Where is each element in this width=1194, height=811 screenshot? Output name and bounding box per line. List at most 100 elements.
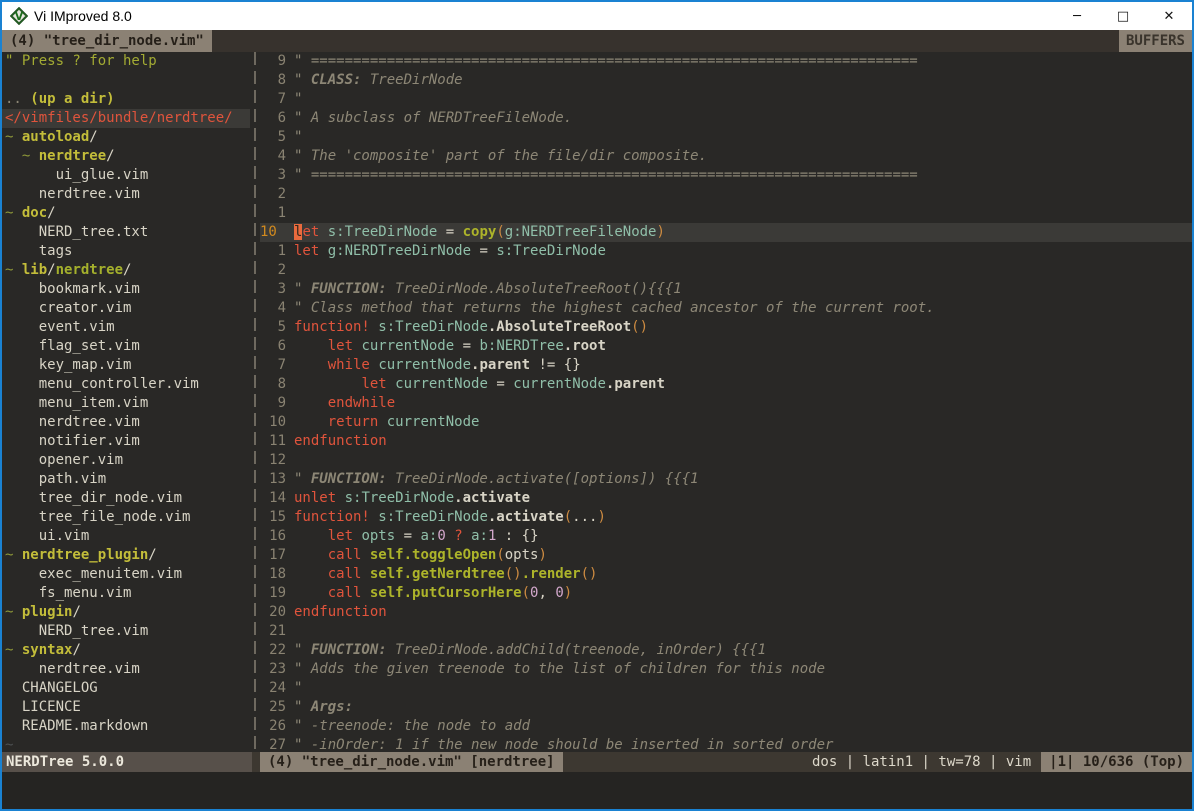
tree-item[interactable]: ~ lib/nerdtree/ (2, 261, 250, 280)
tree-item[interactable]: ~ doc/ (2, 204, 250, 223)
code-line[interactable]: 22" FUNCTION: TreeDirNode.addChild(treen… (260, 641, 1192, 660)
token-file: nerdtree.vim (39, 414, 140, 430)
code-line[interactable]: 19 call self.putCursorHere(0, 0) (260, 584, 1192, 603)
tree-item[interactable]: notifier.vim (2, 432, 250, 451)
line-number: 16 (260, 527, 294, 546)
line-number: 19 (260, 584, 294, 603)
close-button[interactable]: ✕ (1146, 2, 1192, 30)
token-file: creator.vim (39, 300, 132, 316)
tree-item[interactable]: opener.vim (2, 451, 250, 470)
code-line[interactable]: 8" CLASS: TreeDirNode (260, 71, 1192, 90)
code-line[interactable]: 1let g:NERDTreeDirNode = s:TreeDirNode (260, 242, 1192, 261)
code-line[interactable]: 8 let currentNode = currentNode.parent (260, 375, 1192, 394)
code-line[interactable]: 21 (260, 622, 1192, 641)
code-line[interactable]: 25" Args: (260, 698, 1192, 717)
command-line[interactable] (2, 772, 1192, 809)
token-ident: opts (361, 528, 395, 544)
code-line[interactable]: 5function! s:TreeDirNode.AbsoluteTreeRoo… (260, 318, 1192, 337)
tree-item[interactable]: ~ nerdtree_plugin/ (2, 546, 250, 565)
tree-item[interactable]: ~ syntax/ (2, 641, 250, 660)
tree-item[interactable]: exec_menuitem.vim (2, 565, 250, 584)
code-line[interactable]: 18 call self.getNerdtree().render() (260, 565, 1192, 584)
tree-item[interactable]: nerdtree.vim (2, 413, 250, 432)
token-file: notifier.vim (39, 433, 140, 449)
code-line[interactable]: 20endfunction (260, 603, 1192, 622)
tree-item[interactable]: </vimfiles/bundle/nerdtree/ (2, 109, 250, 128)
tree-item[interactable]: .. (up a dir) (2, 90, 250, 109)
code-line[interactable]: 23" Adds the given treenode to the list … (260, 660, 1192, 679)
code-line[interactable]: 24" (260, 679, 1192, 698)
code-line[interactable]: 27" -inOrder: 1 if the new node should b… (260, 736, 1192, 752)
tree-item[interactable]: ~ autoload/ (2, 128, 250, 147)
tree-item[interactable]: menu_controller.vim (2, 375, 250, 394)
code-line[interactable]: 2 (260, 261, 1192, 280)
tree-item[interactable]: NERD_tree.txt (2, 223, 250, 242)
tree-item[interactable]: bookmark.vim (2, 280, 250, 299)
tree-item[interactable]: NERD_tree.vim (2, 622, 250, 641)
code-line[interactable]: 6 let currentNode = b:NERDTree.root (260, 337, 1192, 356)
code-line[interactable]: 11endfunction (260, 432, 1192, 451)
code-line[interactable]: 15function! s:TreeDirNode.activate(...) (260, 508, 1192, 527)
code-line[interactable]: 10let s:TreeDirNode = copy(g:NERDTreeFil… (260, 223, 1192, 242)
code-line[interactable]: 26" -treenode: the node to add (260, 717, 1192, 736)
token-comment: " -inOrder: 1 if the new node should be … (294, 737, 833, 752)
tree-item[interactable]: ~ plugin/ (2, 603, 250, 622)
token-ident: a: (471, 528, 488, 544)
code-line[interactable]: 10 return currentNode (260, 413, 1192, 432)
tree-item[interactable]: " Press ? for help (2, 52, 250, 71)
window-separator[interactable] (250, 52, 260, 752)
tree-item[interactable]: tree_dir_node.vim (2, 489, 250, 508)
tree-item[interactable]: tree_file_node.vim (2, 508, 250, 527)
code-line[interactable]: 3" =====================================… (260, 166, 1192, 185)
code-line[interactable]: 7" (260, 90, 1192, 109)
token-paren: ( (496, 224, 504, 240)
code-line[interactable]: 6" A subclass of NERDTreeFileNode. (260, 109, 1192, 128)
statusline: NERDTree 5.0.0 (4) "tree_dir_node.vim" [… (2, 752, 1192, 772)
tree-item[interactable]: README.markdown (2, 717, 250, 736)
token-plain (294, 357, 328, 373)
code-line[interactable]: 5" (260, 128, 1192, 147)
line-number: 12 (260, 451, 294, 470)
tree-item[interactable]: key_map.vim (2, 356, 250, 375)
code-line[interactable]: 9" =====================================… (260, 52, 1192, 71)
tree-item[interactable]: menu_item.vim (2, 394, 250, 413)
minimize-button[interactable]: ─ (1054, 2, 1100, 30)
tree-item[interactable]: CHANGELOG (2, 679, 250, 698)
token-dir: autoload (22, 129, 89, 145)
tree-item[interactable]: flag_set.vim (2, 337, 250, 356)
tree-item[interactable]: LICENCE (2, 698, 250, 717)
code-line[interactable]: 14unlet s:TreeDirNode.activate (260, 489, 1192, 508)
maximize-button[interactable]: □ (1100, 2, 1146, 30)
tree-item[interactable]: ui.vim (2, 527, 250, 546)
tree-item[interactable]: nerdtree.vim (2, 660, 250, 679)
code-line[interactable]: 1 (260, 204, 1192, 223)
tree-item[interactable]: creator.vim (2, 299, 250, 318)
code-line[interactable]: 12 (260, 451, 1192, 470)
editor-panel[interactable]: 9" =====================================… (260, 52, 1192, 752)
tree-item[interactable]: ~ nerdtree/ (2, 147, 250, 166)
token-plain (5, 566, 39, 582)
code-line[interactable]: 17 call self.toggleOpen(opts) (260, 546, 1192, 565)
token-ident: currentNode (361, 338, 454, 354)
code-line[interactable]: 9 endwhile (260, 394, 1192, 413)
code-line[interactable]: 3" FUNCTION: TreeDirNode.AbsoluteTreeRoo… (260, 280, 1192, 299)
tree-item[interactable]: nerdtree.vim (2, 185, 250, 204)
tree-item[interactable]: path.vim (2, 470, 250, 489)
tree-item[interactable]: tags (2, 242, 250, 261)
tree-item[interactable] (2, 71, 250, 90)
tree-item[interactable]: fs_menu.vim (2, 584, 250, 603)
token-file: ui_glue.vim (56, 167, 149, 183)
code-line[interactable]: 4" Class method that returns the highest… (260, 299, 1192, 318)
tree-item[interactable]: event.vim (2, 318, 250, 337)
tree-item[interactable]: ui_glue.vim (2, 166, 250, 185)
code-line[interactable]: 4" The 'composite' part of the file/dir … (260, 147, 1192, 166)
code-line[interactable]: 13" FUNCTION: TreeDirNode.activate([opti… (260, 470, 1192, 489)
tab-tree-dir-node[interactable]: (4) "tree_dir_node.vim" (2, 30, 212, 52)
token-plain (5, 433, 39, 449)
line-number: 21 (260, 622, 294, 641)
nerdtree-panel[interactable]: " Press ? for help .. (up a dir)</vimfile… (2, 52, 250, 752)
code-line[interactable]: 2 (260, 185, 1192, 204)
code-line[interactable]: 16 let opts = a:0 ? a:1 : {} (260, 527, 1192, 546)
code-line[interactable]: 7 while currentNode.parent != {} (260, 356, 1192, 375)
tree-item[interactable]: ~ (2, 736, 250, 752)
